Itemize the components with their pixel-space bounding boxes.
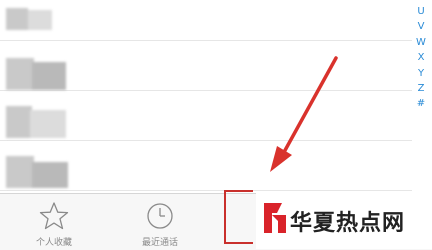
index-letter[interactable]: W [414,35,428,50]
index-letter[interactable]: Y [414,66,428,81]
index-letter[interactable]: U [414,4,428,19]
index-letter[interactable]: Z [414,81,428,96]
contact-row[interactable] [0,150,412,191]
watermark: 华夏热点网 [256,193,432,249]
contact-row[interactable] [0,0,412,41]
star-icon [39,201,69,235]
contact-row[interactable] [0,100,412,141]
index-letter[interactable]: V [414,19,428,34]
annotation-highlight-box [224,190,253,244]
alphabet-index[interactable]: U V W X Y Z # [414,4,428,112]
contact-list [0,0,412,193]
tab-label: 最近通话 [141,238,178,248]
clock-icon [145,201,175,235]
contact-row[interactable] [0,50,412,91]
watermark-logo-icon [264,201,288,239]
index-letter[interactable]: X [414,50,428,65]
watermark-text: 华夏热点网 [290,211,406,236]
tab-favorites[interactable]: 个人收藏 [0,194,108,250]
tab-label: 个人收藏 [35,238,72,248]
tab-recents[interactable]: 最近通话 [106,194,214,250]
index-letter[interactable]: # [414,96,428,111]
